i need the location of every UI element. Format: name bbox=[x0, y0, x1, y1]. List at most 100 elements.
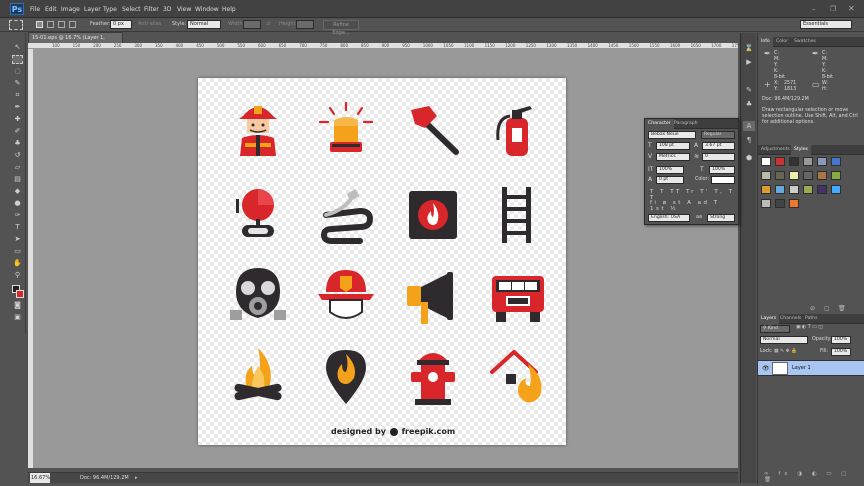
lasso-tool-icon[interactable]: ◌ bbox=[12, 67, 23, 76]
swash-button[interactable]: A bbox=[687, 200, 693, 206]
minimize-icon[interactable]: – bbox=[812, 5, 816, 13]
height-input[interactable] bbox=[296, 20, 314, 29]
layer-name[interactable]: Layer 1 bbox=[792, 365, 811, 371]
width-input[interactable] bbox=[243, 20, 261, 29]
clone-stamp-tool-icon[interactable]: ♣ bbox=[12, 139, 23, 148]
tab-adjustments[interactable]: Adjustments bbox=[758, 145, 793, 155]
style-swatch[interactable] bbox=[817, 157, 827, 166]
style-select[interactable]: Normal bbox=[187, 20, 221, 29]
style-swatch[interactable] bbox=[817, 185, 827, 194]
small-caps-button[interactable]: Tr bbox=[686, 189, 696, 195]
paragraph-panel-icon[interactable]: ¶ bbox=[743, 135, 755, 145]
tab-channels[interactable]: Channels bbox=[777, 314, 804, 324]
marquee-preset-icon[interactable] bbox=[9, 20, 23, 30]
marquee-tool-icon[interactable] bbox=[12, 55, 23, 64]
layer-visibility-eye-icon[interactable]: 👁 bbox=[762, 365, 770, 372]
close-icon[interactable]: ✕ bbox=[848, 4, 855, 13]
style-swatch[interactable] bbox=[831, 157, 841, 166]
menu-edit[interactable]: Edit bbox=[45, 6, 57, 13]
style-swatch[interactable] bbox=[817, 171, 827, 180]
tab-color[interactable]: Color bbox=[773, 37, 791, 47]
document-tab[interactable]: 15-01.eps @ 16.7% (Layer 1, CMYK/8) × bbox=[28, 32, 123, 52]
style-swatch-none[interactable] bbox=[761, 157, 771, 166]
intersect-selection-icon[interactable] bbox=[69, 21, 76, 28]
menu-file[interactable]: File bbox=[30, 6, 40, 13]
eraser-tool-icon[interactable]: ▱ bbox=[12, 163, 23, 172]
hand-tool-icon[interactable]: ✋ bbox=[12, 259, 23, 268]
style-swatch[interactable] bbox=[789, 199, 799, 208]
style-swatch[interactable] bbox=[803, 157, 813, 166]
all-caps-button[interactable]: TT bbox=[670, 189, 682, 195]
3d-panel-icon[interactable]: ⬢ bbox=[743, 153, 755, 163]
history-brush-tool-icon[interactable]: ↺ bbox=[12, 151, 23, 160]
menu-type[interactable]: Type bbox=[103, 6, 117, 13]
stylistic-alternates-button[interactable]: ad bbox=[698, 200, 710, 206]
eyedropper-tool-icon[interactable]: ✒ bbox=[12, 103, 23, 112]
underline-button[interactable]: T bbox=[729, 189, 735, 195]
style-swatch[interactable] bbox=[775, 185, 785, 194]
layer-row[interactable]: 👁 Layer 1 bbox=[758, 360, 864, 376]
background-color-swatch[interactable] bbox=[16, 290, 24, 298]
layer-filter-select[interactable]: ⚲ Kind bbox=[760, 325, 790, 333]
font-size-input[interactable]: 108 pt bbox=[656, 142, 690, 150]
zoom-tool-icon[interactable]: ⚲ bbox=[12, 271, 23, 280]
tracking-select[interactable]: 0 bbox=[702, 153, 735, 161]
style-swatch[interactable] bbox=[775, 157, 785, 166]
refine-edge-button[interactable]: Refine Edge... bbox=[323, 20, 359, 36]
crop-tool-icon[interactable]: ⌗ bbox=[12, 91, 23, 100]
history-panel-icon[interactable]: ⌛ bbox=[743, 43, 755, 53]
style-swatch[interactable] bbox=[775, 171, 785, 180]
subscript-button[interactable]: T, bbox=[714, 189, 724, 195]
healing-brush-tool-icon[interactable]: ✚ bbox=[12, 115, 23, 124]
workspace-select[interactable]: Essentials bbox=[800, 20, 852, 29]
style-swatch[interactable] bbox=[789, 185, 799, 194]
menu-view[interactable]: View bbox=[177, 6, 191, 13]
font-family-select[interactable]: Bebas Neue bbox=[648, 131, 696, 139]
style-swatch[interactable] bbox=[775, 199, 785, 208]
character-panel-icon[interactable]: A bbox=[743, 121, 755, 131]
type-tool-icon[interactable]: T bbox=[12, 223, 23, 232]
style-swatch[interactable] bbox=[789, 171, 799, 180]
menu-layer[interactable]: Layer bbox=[84, 6, 101, 13]
menu-3d[interactable]: 3D bbox=[163, 6, 171, 13]
titling-alternates-button[interactable]: T bbox=[714, 200, 720, 206]
brush-tool-icon[interactable]: ✐ bbox=[12, 127, 23, 136]
menu-image[interactable]: Image bbox=[61, 6, 80, 13]
status-menu-arrow-icon[interactable]: ▸ bbox=[135, 473, 138, 483]
new-style-icon[interactable]: ▢ bbox=[824, 305, 830, 312]
tab-info[interactable]: Info bbox=[758, 37, 773, 47]
path-select-tool-icon[interactable]: ➤ bbox=[12, 235, 23, 244]
move-tool-icon[interactable]: ↖ bbox=[12, 43, 23, 52]
antialias-select[interactable]: Strong bbox=[707, 214, 735, 222]
superscript-button[interactable]: T' bbox=[700, 189, 710, 195]
menu-help[interactable]: Help bbox=[222, 6, 236, 13]
vertical-scale-input[interactable]: 100% bbox=[656, 166, 684, 174]
lock-icons[interactable]: ▦ ✎ ✥ 🔒 bbox=[774, 349, 797, 354]
style-swatch[interactable] bbox=[803, 185, 813, 194]
restore-icon[interactable]: ❐ bbox=[830, 5, 836, 13]
artboard[interactable]: designed by freepik.com bbox=[198, 78, 566, 445]
opentype-buttons[interactable]: fi ø st A ad T 1st ½ bbox=[650, 200, 738, 212]
opacity-input[interactable]: 100% bbox=[831, 336, 851, 344]
clone-source-panel-icon[interactable]: ♣ bbox=[743, 99, 755, 109]
zoom-level-field[interactable]: 16.67% bbox=[30, 473, 50, 483]
screen-mode-icon[interactable]: ▣ bbox=[12, 313, 23, 322]
style-swatch[interactable] bbox=[803, 171, 813, 180]
leading-input[interactable]: 3.67 pt bbox=[702, 142, 735, 150]
delete-style-icon[interactable]: 🗑 bbox=[838, 305, 846, 312]
tab-paths[interactable]: Paths bbox=[802, 314, 821, 324]
filter-pixel-icon[interactable]: ▣ ◐ T ▭ ◫ bbox=[796, 325, 823, 330]
clear-style-icon[interactable]: ⊘ bbox=[810, 305, 815, 312]
actions-panel-icon[interactable]: ▶ bbox=[743, 57, 755, 67]
faux-italic-button[interactable]: T bbox=[660, 189, 666, 195]
blend-mode-select[interactable]: Normal bbox=[760, 336, 808, 344]
quick-mask-icon[interactable]: ◙ bbox=[12, 301, 23, 310]
style-swatch[interactable] bbox=[789, 157, 799, 166]
new-selection-icon[interactable] bbox=[36, 21, 43, 28]
tab-styles[interactable]: Styles bbox=[791, 145, 811, 155]
ordinals-button[interactable]: 1st bbox=[650, 206, 666, 212]
layers-footer-icons[interactable]: ∞ fx ◑ ◐ ▭ ▢ 🗑 bbox=[764, 471, 864, 483]
fill-input[interactable]: 100% bbox=[831, 348, 851, 356]
pen-tool-icon[interactable]: ✑ bbox=[12, 211, 23, 220]
text-color-swatch[interactable] bbox=[711, 176, 735, 184]
